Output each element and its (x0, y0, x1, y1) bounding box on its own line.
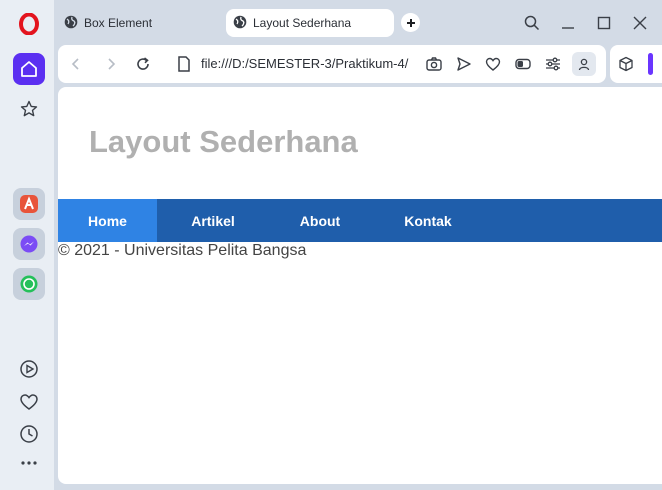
globe-icon (64, 15, 78, 32)
sidebar-toggle-indicator[interactable] (648, 53, 653, 75)
minimize-icon (562, 27, 574, 29)
main-nav: Home Artikel About Kontak (58, 199, 662, 242)
history-icon[interactable] (13, 418, 45, 450)
tab-layout-sederhana[interactable]: Layout Sederhana (226, 9, 394, 37)
extensions-bar (610, 45, 662, 83)
globe-icon (233, 15, 247, 32)
nav-artikel[interactable]: Artikel (157, 199, 269, 242)
search-tabs-button[interactable] (521, 12, 543, 34)
heart-icon (485, 57, 501, 71)
whatsapp-icon[interactable] (13, 268, 45, 300)
extensions-button[interactable] (616, 54, 636, 74)
close-window-button[interactable] (629, 12, 651, 34)
minimize-button[interactable] (557, 12, 579, 34)
reload-button[interactable] (133, 54, 153, 74)
search-icon (524, 15, 540, 31)
back-button[interactable] (66, 54, 86, 74)
battery-icon (515, 58, 531, 70)
nav-about[interactable]: About (269, 199, 371, 242)
plus-icon (406, 18, 415, 27)
opera-logo-icon[interactable] (13, 8, 45, 40)
close-icon (633, 16, 647, 30)
send-icon (457, 57, 471, 71)
page-info-icon[interactable] (174, 54, 194, 74)
heart-icon[interactable] (13, 386, 45, 418)
camera-icon (426, 57, 442, 71)
send-button[interactable] (454, 54, 474, 74)
easy-setup-button[interactable] (543, 54, 563, 74)
user-icon (578, 58, 590, 71)
nav-kontak[interactable]: Kontak (371, 199, 485, 242)
page-viewport: Layout Sederhana Home Artikel About Kont… (58, 87, 662, 484)
tab-box-element[interactable]: Box Element (64, 9, 214, 37)
more-icon[interactable] (13, 447, 45, 479)
snapshot-button[interactable] (424, 54, 444, 74)
new-tab-button[interactable] (401, 13, 420, 32)
battery-saver-button[interactable] (513, 54, 533, 74)
browser-sidebar (0, 0, 54, 490)
forward-button[interactable] (101, 54, 121, 74)
page-header: Layout Sederhana (58, 87, 662, 199)
aria-icon[interactable] (13, 188, 45, 220)
url-field[interactable]: file:///D:/SEMESTER-3/Praktikum-4/ (201, 56, 408, 71)
sliders-icon (546, 57, 560, 71)
maximize-button[interactable] (593, 12, 615, 34)
tab-title: Layout Sederhana (253, 16, 352, 30)
maximize-icon (597, 16, 611, 30)
cube-icon (619, 56, 633, 72)
page-title: Layout Sederhana (89, 124, 358, 159)
nav-home[interactable]: Home (58, 199, 157, 242)
page-footer: © 2021 - Universitas Pelita Bangsa (58, 242, 307, 259)
profile-button[interactable] (572, 52, 596, 76)
home-icon[interactable] (13, 53, 45, 85)
tab-title: Box Element (84, 16, 153, 30)
address-bar: file:///D:/SEMESTER-3/Praktikum-4/ (58, 45, 606, 83)
forward-arrow-icon (108, 58, 116, 70)
player-icon[interactable] (13, 353, 45, 385)
back-arrow-icon (71, 58, 79, 70)
file-icon (178, 56, 190, 72)
reload-icon (137, 57, 149, 70)
messenger-icon[interactable] (13, 228, 45, 260)
star-icon[interactable] (13, 93, 45, 125)
bookmark-heart-button[interactable] (483, 54, 503, 74)
